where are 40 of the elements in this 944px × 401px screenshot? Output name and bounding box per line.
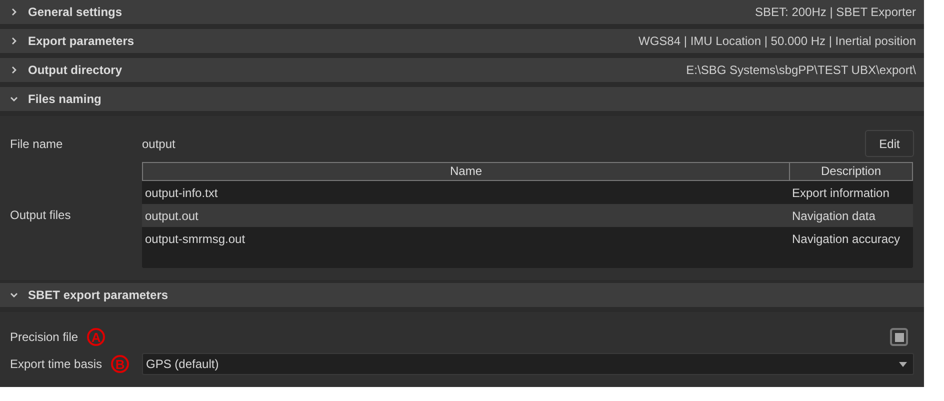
chevron-icon xyxy=(10,66,18,74)
callout-marker: A xyxy=(87,328,106,346)
column-header[interactable]: Name xyxy=(143,163,790,180)
section-title: General settings xyxy=(28,5,122,19)
column-header[interactable]: Description xyxy=(790,163,912,180)
table-row[interactable]: output-info.txt Export information xyxy=(142,181,913,204)
section-title: SBET export parameters xyxy=(28,288,168,302)
table-cell-text: output-smrmsg.out xyxy=(144,232,246,246)
section-header[interactable]: Export parameters WGS84 | IMU Location | 50.000 Hz | Inertial position xyxy=(0,29,924,53)
field-label: File name xyxy=(10,136,63,150)
table-cell-text: Export information xyxy=(791,186,890,200)
section-header[interactable]: Files naming xyxy=(0,87,924,111)
chevron-icon xyxy=(10,95,18,103)
table-cell-text: output-info.txt xyxy=(144,186,219,200)
section-title: Files naming xyxy=(28,92,102,106)
dropdown-arrow-icon xyxy=(899,362,907,366)
table-cell-text: Navigation accuracy xyxy=(791,232,902,246)
checkbox[interactable] xyxy=(890,328,908,346)
chevron-icon xyxy=(10,291,18,299)
chevron-icon xyxy=(10,37,18,45)
section-header[interactable]: General settings SBET: 200Hz | SBET Exporter xyxy=(0,0,924,24)
section-title: Output directory xyxy=(28,63,122,77)
section-header[interactable]: Output directory E:\SBG Systems\sbgPP\TEST UBX\export\ xyxy=(0,58,924,82)
table-row[interactable]: output-smrmsg.out Navigation accuracy xyxy=(142,227,913,250)
table-cell-text: Navigation data xyxy=(791,208,876,222)
section-summary: WGS84 | IMU Location | 50.000 Hz | Inertial position xyxy=(638,34,916,48)
callout-marker: B xyxy=(111,355,130,373)
chevron-icon xyxy=(10,8,18,16)
edit-button[interactable]: Edit xyxy=(865,130,914,157)
section-summary: E:\SBG Systems\sbgPP\TEST UBX\export\ xyxy=(686,63,916,77)
section-summary: SBET: 200Hz | SBET Exporter xyxy=(755,5,916,19)
table-row[interactable]: output.out Navigation data xyxy=(142,204,913,227)
time-basis-dropdown[interactable]: GPS (default) xyxy=(142,353,914,375)
field-label: Precision file xyxy=(10,330,78,344)
field-label: Export time basis xyxy=(10,357,102,371)
section-header[interactable]: SBET export parameters xyxy=(0,283,924,307)
file-name-value: output xyxy=(142,136,176,150)
section-title: Export parameters xyxy=(28,34,134,48)
table-cell-text: output.out xyxy=(144,208,200,222)
field-label: Output files xyxy=(10,208,71,222)
